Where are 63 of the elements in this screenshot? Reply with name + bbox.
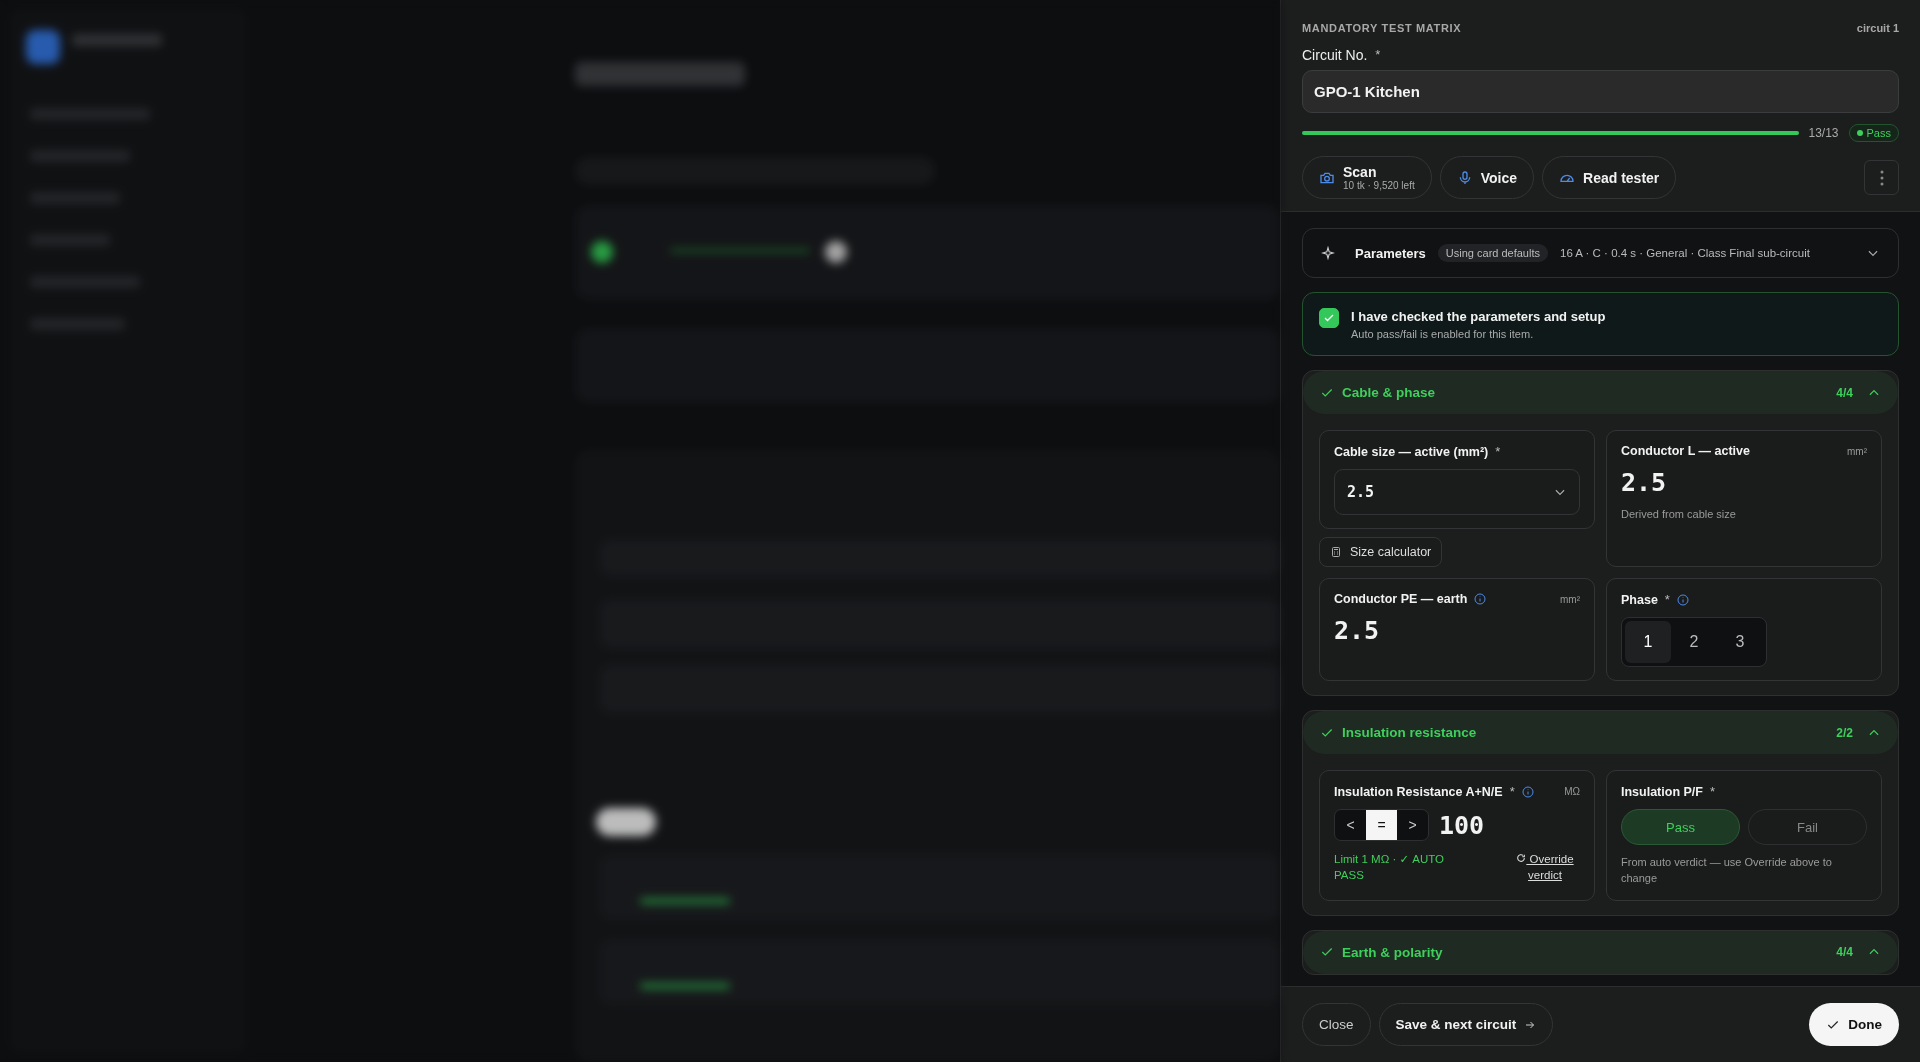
circuit-label: circuit 1 [1856,22,1899,34]
section-title: Cable & phase [1342,385,1436,400]
section-count: 4/4 [1836,385,1853,400]
section-count: 4/4 [1836,945,1853,960]
save-next-button[interactable]: Save & next circuit [1378,1003,1554,1046]
override-link[interactable]: Override verdict [1510,851,1580,884]
field-label: Conductor L — active [1621,444,1750,458]
phase-option[interactable]: 1 [1625,621,1671,663]
size-calculator-button[interactable]: Size calculator [1319,537,1443,567]
verdict-option[interactable]: Pass [1621,809,1740,845]
progress-count: 13/13 [1808,126,1839,140]
field-label: Insulation P/F [1621,784,1703,799]
section-title: Insulation resistance [1342,725,1477,740]
refresh-icon [1516,853,1527,863]
value-readout: 100 [1439,810,1485,840]
required-mark: * [1709,784,1715,799]
unit-label: mm² [1560,593,1580,605]
parameters-title: Parameters [1355,245,1426,261]
section-header[interactable]: Earth & polarity 4/4 [1303,930,1898,974]
value-readout: 2.5 [1334,616,1381,645]
field-label: Phase [1621,592,1658,607]
cable-size-select[interactable]: 2.5 [1334,469,1580,515]
check-icon [1323,312,1335,324]
scan-button[interactable]: Scan 10 tk · 9,520 left [1302,156,1432,199]
voice-button[interactable]: Voice [1439,156,1535,199]
phase-option[interactable]: 3 [1717,621,1763,663]
value-readout: 2.5 [1621,468,1668,497]
unit-label: mm² [1847,445,1867,457]
confirmation-title: I have checked the parameters and setup [1351,308,1606,324]
field-note: Derived from cable size [1621,507,1737,522]
checkbox[interactable] [1319,308,1339,328]
required-mark: * [1509,784,1515,799]
section-header[interactable]: Insulation resistance 2/2 [1303,711,1898,754]
defaults-badge: Using card defaults [1437,244,1548,262]
circuit-input[interactable]: GPO-1 Kitchen [1302,70,1899,113]
limit-note: Limit 1 MΩ · ✓ AUTO PASS [1334,852,1446,884]
required-mark: * [1495,444,1501,459]
comparison-option[interactable]: = [1366,810,1397,840]
close-button[interactable]: Close [1302,1003,1371,1046]
calculator-icon [1330,546,1342,558]
required-mark: * [1375,47,1381,63]
field-label: Cable size — active (mm²) [1334,444,1489,459]
parameters-summary: 16 A · C · 0.4 s · General · Class Final sub-circuit [1560,247,1810,259]
unit-label: MΩ [1564,786,1580,797]
field-label: Conductor PE — earth [1334,592,1468,606]
comparison-option[interactable]: > [1397,810,1428,840]
comparison-option[interactable]: < [1335,810,1366,840]
panel-heading: MANDATORY TEST MATRIX [1302,22,1462,34]
read-tester-button[interactable]: Read tester [1542,156,1677,199]
required-mark: * [1664,592,1670,607]
section-title: Earth & polarity [1342,944,1443,960]
more-icon [1879,169,1884,186]
parameters-bar[interactable]: Parameters Using card defaults 16 A · C · 0.4 s · General · Class Final sub-circuit [1302,228,1899,278]
status-badge: Pass [1848,124,1899,142]
field-note: From auto verdict — use Override above to change [1621,855,1833,886]
phase-option[interactable]: 2 [1671,621,1717,663]
sparkle-icon [1321,246,1335,260]
field-label: Insulation Resistance A+N/E [1334,784,1503,799]
section-count: 2/2 [1836,725,1853,740]
field-label: Circuit No. [1302,47,1368,63]
confirmation-note: Auto pass/fail is enabled for this item. [1351,327,1535,340]
done-button[interactable]: Done [1809,1003,1899,1046]
section-header[interactable]: Cable & phase 4/4 [1303,371,1898,414]
